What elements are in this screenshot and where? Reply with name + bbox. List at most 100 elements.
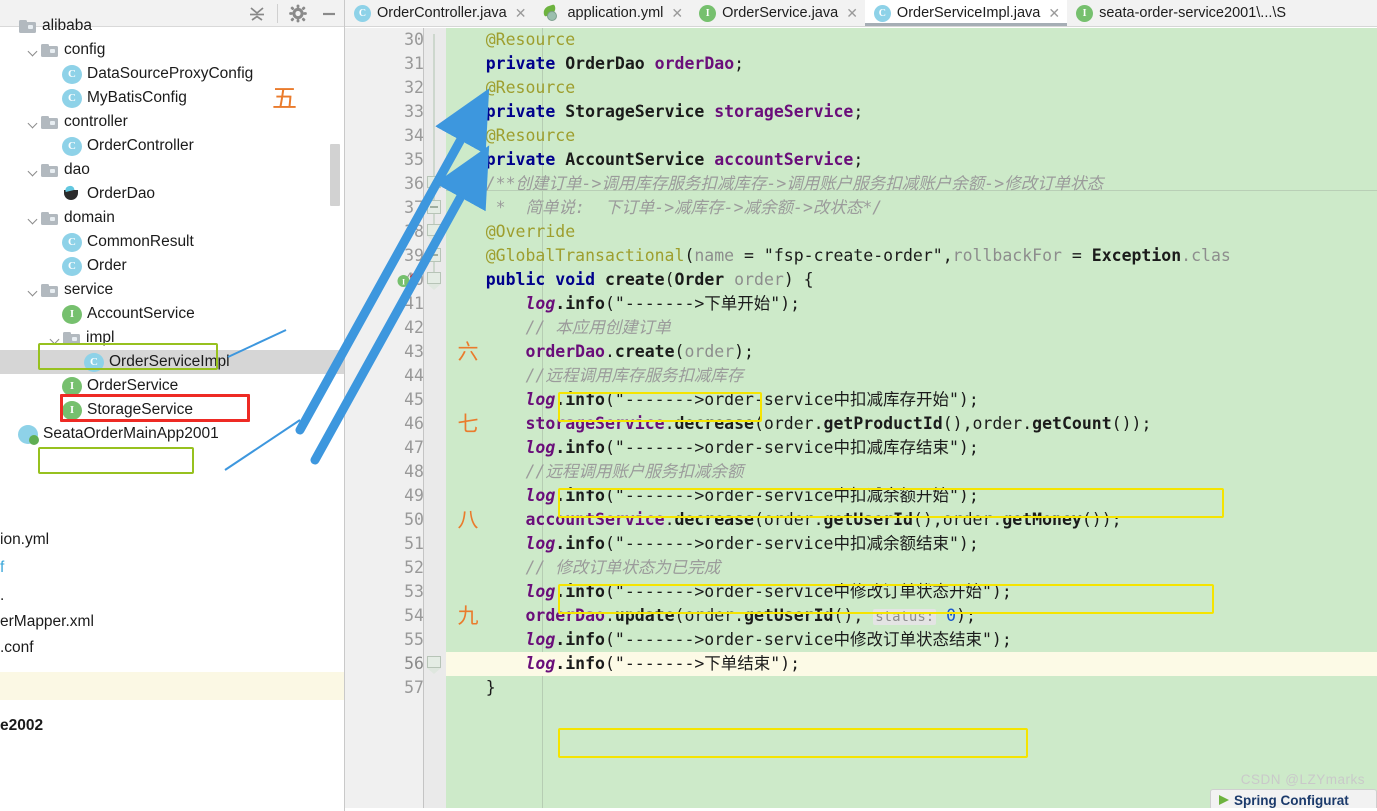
fold-marker[interactable] — [427, 656, 441, 674]
fold-marker[interactable] — [427, 248, 443, 264]
project-tree-panel[interactable]: alibaba config C DataSourceProxyConfig C MyBa… — [0, 0, 345, 811]
code-line[interactable]: /**创建订单->调用库存服务扣减库存->调用账户服务扣减账户余额->修改订单状… — [446, 172, 1377, 196]
code-line[interactable]: log.info("------->order-service中扣减库存结束")… — [446, 436, 1377, 460]
line-number: 34 — [404, 126, 424, 145]
line-number: 55 — [404, 630, 424, 649]
code-highlight-accountservice-decrease — [558, 584, 1214, 614]
editor-tab-orderservice-java[interactable]: I OrderService.java ✕ — [690, 0, 865, 26]
code-content[interactable]: @Resource private OrderDao orderDao; @Re… — [446, 28, 1377, 811]
code-line[interactable]: } — [446, 676, 1377, 700]
editor-tab-label: OrderServiceImpl.java — [896, 5, 1041, 21]
chevron-down-icon[interactable] — [48, 230, 62, 254]
highlighted-file-row[interactable] — [0, 672, 345, 700]
chevron-down-icon[interactable] — [26, 110, 40, 134]
code-line[interactable]: public void create(Order order) { — [446, 268, 1377, 292]
chevron-down-icon[interactable] — [48, 254, 62, 278]
code-line[interactable]: @GlobalTransactional(name = "fsp-create-… — [446, 244, 1377, 268]
code-line[interactable]: @Override — [446, 220, 1377, 244]
line-number-gutter[interactable]: 30 31 32 33 34 35 36 37 38 39 40 41 42 43 44 45 46 47 48 49… — [345, 28, 424, 811]
fold-marker[interactable] — [427, 224, 441, 242]
line-number: 41 — [404, 294, 424, 313]
chevron-down-icon[interactable] — [48, 62, 62, 86]
fold-marker[interactable] — [427, 272, 441, 290]
code-line[interactable]: log.info("------->order-service中扣减余额结束")… — [446, 532, 1377, 556]
editor-tab-orderserviceimpl-java[interactable]: C OrderServiceImpl.java ✕ — [864, 0, 1068, 26]
tree-item-seataordermainapp2001[interactable]: SeataOrderMainApp2001 — [0, 422, 345, 446]
tree-item-domain[interactable]: domain — [0, 206, 345, 230]
chevron-down-icon[interactable] — [48, 302, 62, 326]
chevron-down-icon[interactable] — [48, 86, 62, 110]
close-icon[interactable]: ✕ — [1048, 5, 1060, 22]
runnable-class-icon — [18, 424, 39, 445]
chevron-down-icon[interactable] — [26, 278, 40, 302]
tree-item-service[interactable]: service — [0, 278, 345, 302]
fold-marker[interactable] — [427, 200, 443, 216]
tree-item-config[interactable]: config — [0, 38, 345, 62]
code-line[interactable]: // 本应用创建订单 — [446, 316, 1377, 340]
tree-item-clipped[interactable]: ion.yml — [0, 528, 345, 552]
project-tree-scrollbar[interactable] — [330, 144, 340, 206]
chevron-down-icon[interactable] — [26, 206, 40, 230]
tree-item-datasourceproxyconfig[interactable]: C DataSourceProxyConfig — [0, 62, 345, 86]
popup-label: Spring Configurat — [1234, 792, 1349, 808]
tree-item-commonresult[interactable]: C CommonResult — [0, 230, 345, 254]
tree-item-accountservice[interactable]: I AccountService — [0, 302, 345, 326]
class-icon: C — [354, 4, 371, 22]
tree-item-clipped[interactable]: e2002 — [0, 714, 345, 738]
code-line[interactable]: * 简单说: 下订单->减库存->减余额->改状态*/ — [446, 196, 1377, 220]
code-line[interactable]: private AccountService accountService; — [446, 148, 1377, 172]
close-icon[interactable]: ✕ — [846, 5, 858, 22]
line-number: 37 — [404, 198, 424, 217]
close-icon[interactable]: ✕ — [515, 5, 527, 22]
code-folding-column[interactable] — [424, 28, 446, 811]
tree-item-clipped[interactable]: . — [0, 584, 345, 608]
code-line[interactable]: log.info("------->下单结束"); — [446, 652, 1377, 676]
code-line[interactable]: //远程调用库存服务扣减库存 — [446, 364, 1377, 388]
line-number: 44 — [404, 366, 424, 385]
tree-item-alibaba[interactable]: alibaba — [0, 14, 345, 38]
tree-item-ordercontroller[interactable]: C OrderController — [0, 134, 345, 158]
tree-item-dao[interactable]: dao — [0, 158, 345, 182]
mybatis-dao-icon — [62, 184, 82, 203]
tree-item-clipped[interactable]: erMapper.xml — [0, 610, 345, 634]
code-line[interactable]: @Resource — [446, 28, 1377, 52]
class-icon: C — [62, 256, 82, 276]
editor-tab-ordercontroller-java[interactable]: C OrderController.java ✕ — [345, 0, 533, 26]
line-number: 52 — [404, 558, 424, 577]
chevron-down-icon[interactable] — [48, 134, 62, 158]
editor-tab-label: OrderService.java — [722, 5, 839, 21]
code-line[interactable]: //远程调用账户服务扣减余额 — [446, 460, 1377, 484]
interface-icon: I — [699, 4, 717, 22]
editor-tab-bar[interactable]: C OrderController.java ✕ application.yml ✕ I O… — [345, 0, 1377, 27]
code-line[interactable]: log.info("------->下单开始"); — [446, 292, 1377, 316]
tree-item-order[interactable]: C Order — [0, 254, 345, 278]
step-annotation-43: 六 — [457, 340, 479, 364]
chevron-down-icon[interactable] — [26, 158, 40, 182]
editor-area: C OrderController.java ✕ application.yml ✕ I O… — [345, 0, 1377, 811]
highlight-box-storageservice — [38, 447, 194, 474]
chevron-down-icon[interactable] — [26, 38, 40, 62]
code-line[interactable]: orderDao.create(order); — [446, 340, 1377, 364]
folder-icon — [40, 208, 60, 228]
code-line[interactable]: log.info("------->order-service中修改订单状态结束… — [446, 628, 1377, 652]
code-line[interactable]: // 修改订单状态为已完成 — [446, 556, 1377, 580]
tree-item-orderdao[interactable]: OrderDao — [0, 182, 345, 206]
chevron-down-icon[interactable] — [4, 422, 18, 446]
code-line[interactable]: private StorageService storageService; — [446, 100, 1377, 124]
tree-item-controller[interactable]: controller — [0, 110, 345, 134]
tree-item-label: AccountService — [87, 305, 195, 323]
tree-item-clipped[interactable]: .conf — [0, 636, 345, 660]
interface-icon: I — [62, 376, 82, 396]
code-line[interactable]: private OrderDao orderDao; — [446, 52, 1377, 76]
editor-tab-application-yml[interactable]: application.yml ✕ — [533, 0, 690, 26]
implementing-method-icon[interactable]: I — [397, 272, 423, 290]
close-icon[interactable]: ✕ — [671, 5, 683, 22]
tree-item-clipped[interactable]: f — [0, 556, 345, 580]
fold-marker[interactable] — [427, 176, 441, 194]
code-line[interactable]: @Resource — [446, 76, 1377, 100]
line-number: 38 — [404, 222, 424, 241]
chevron-down-icon[interactable] — [4, 14, 18, 38]
chevron-down-icon[interactable] — [48, 182, 62, 206]
editor-tab-seata-order-service2001-s[interactable]: Iseata-order-service2001\...\S — [1067, 0, 1293, 26]
code-line[interactable]: @Resource — [446, 124, 1377, 148]
